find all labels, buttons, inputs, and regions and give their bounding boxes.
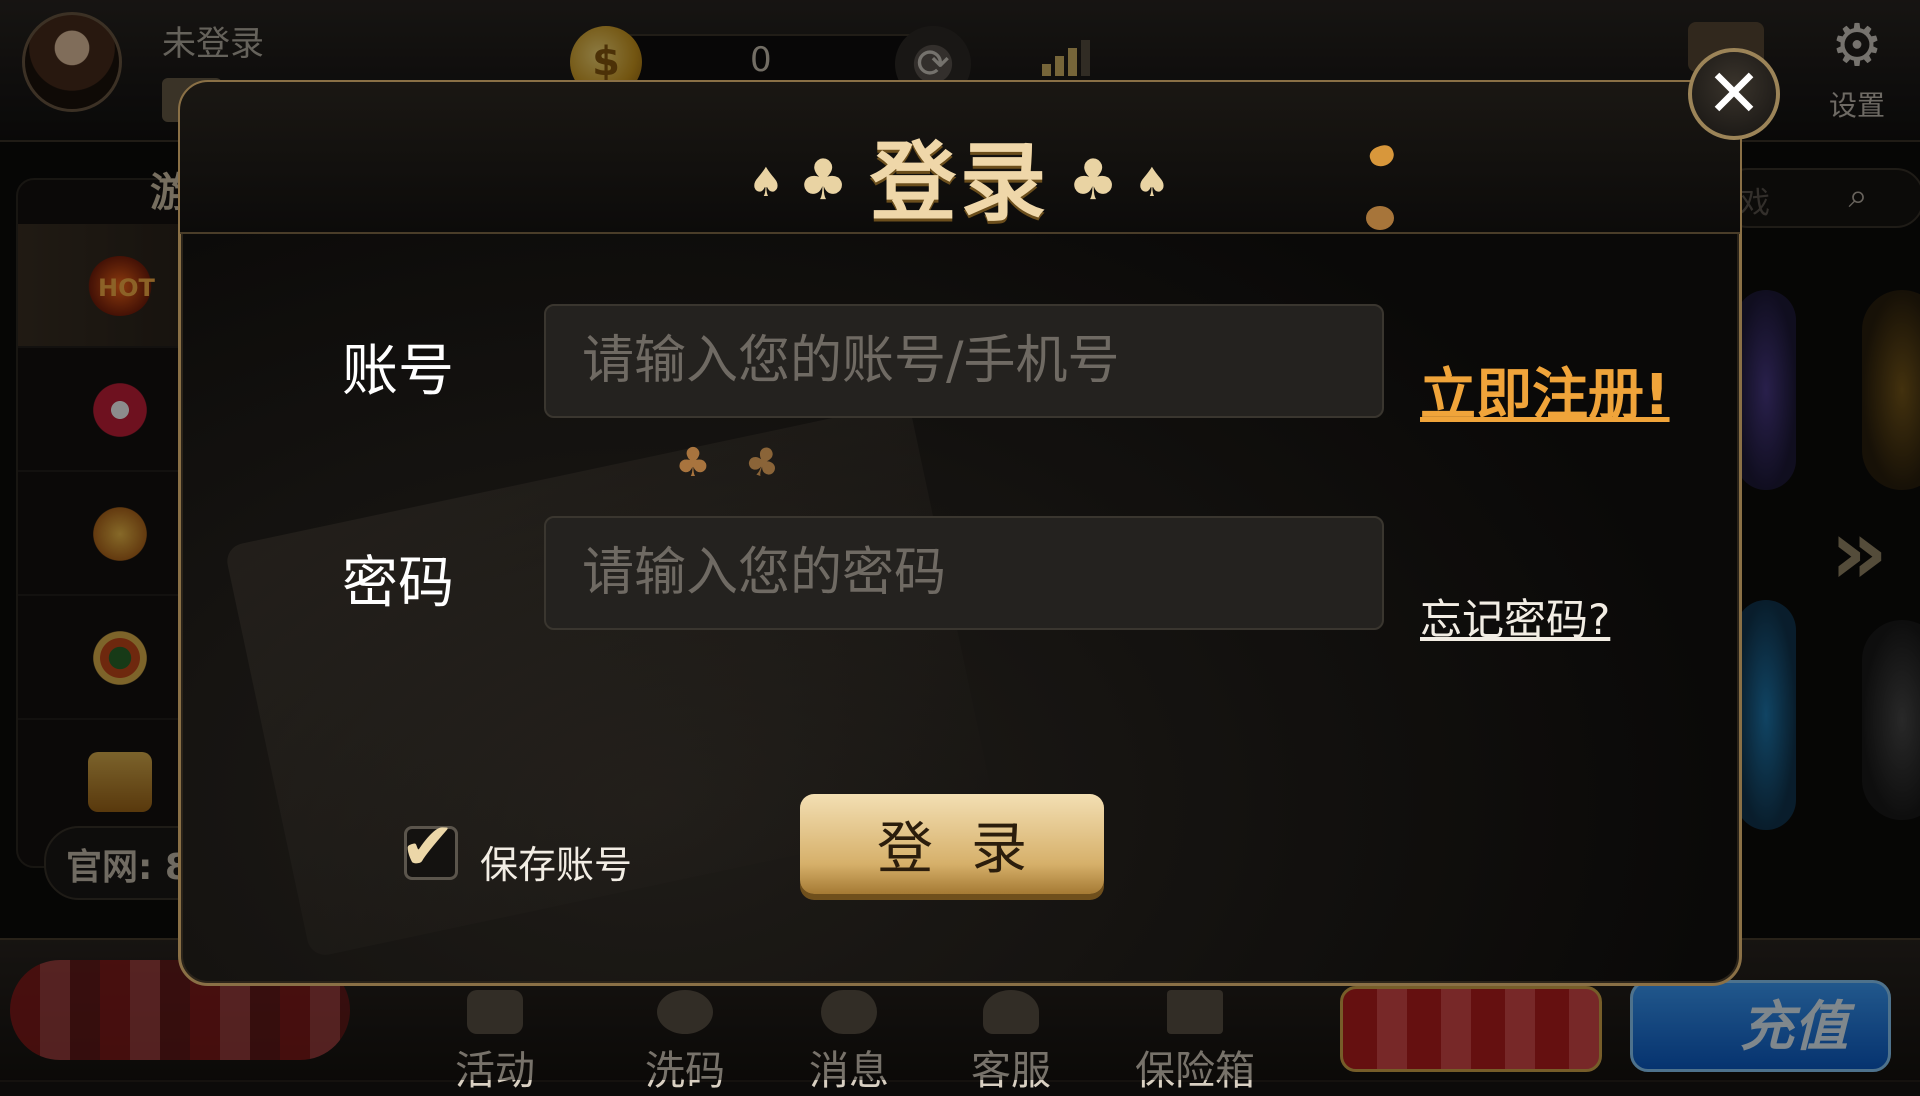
club-decor-icon: ♣	[675, 440, 711, 486]
register-link[interactable]: 立即注册!	[1420, 350, 1670, 431]
forgot-password-link[interactable]: 忘记密码?	[1420, 586, 1610, 647]
password-label: 密码	[342, 551, 454, 616]
spade-icon: ♠	[1134, 160, 1170, 206]
save-account-label[interactable]: 保存账号	[480, 834, 632, 889]
dialog-title: 登录	[870, 133, 1050, 233]
login-button[interactable]: 登录	[800, 794, 1104, 894]
password-input[interactable]	[544, 516, 1384, 630]
close-button[interactable]: ✕	[1688, 48, 1780, 140]
account-input[interactable]	[544, 304, 1384, 418]
club-icon: ♣	[1068, 148, 1119, 213]
checkmark-icon[interactable]: ✔	[400, 808, 455, 885]
account-label: 账号	[342, 339, 454, 404]
leaf-decor-icon	[1366, 206, 1394, 230]
